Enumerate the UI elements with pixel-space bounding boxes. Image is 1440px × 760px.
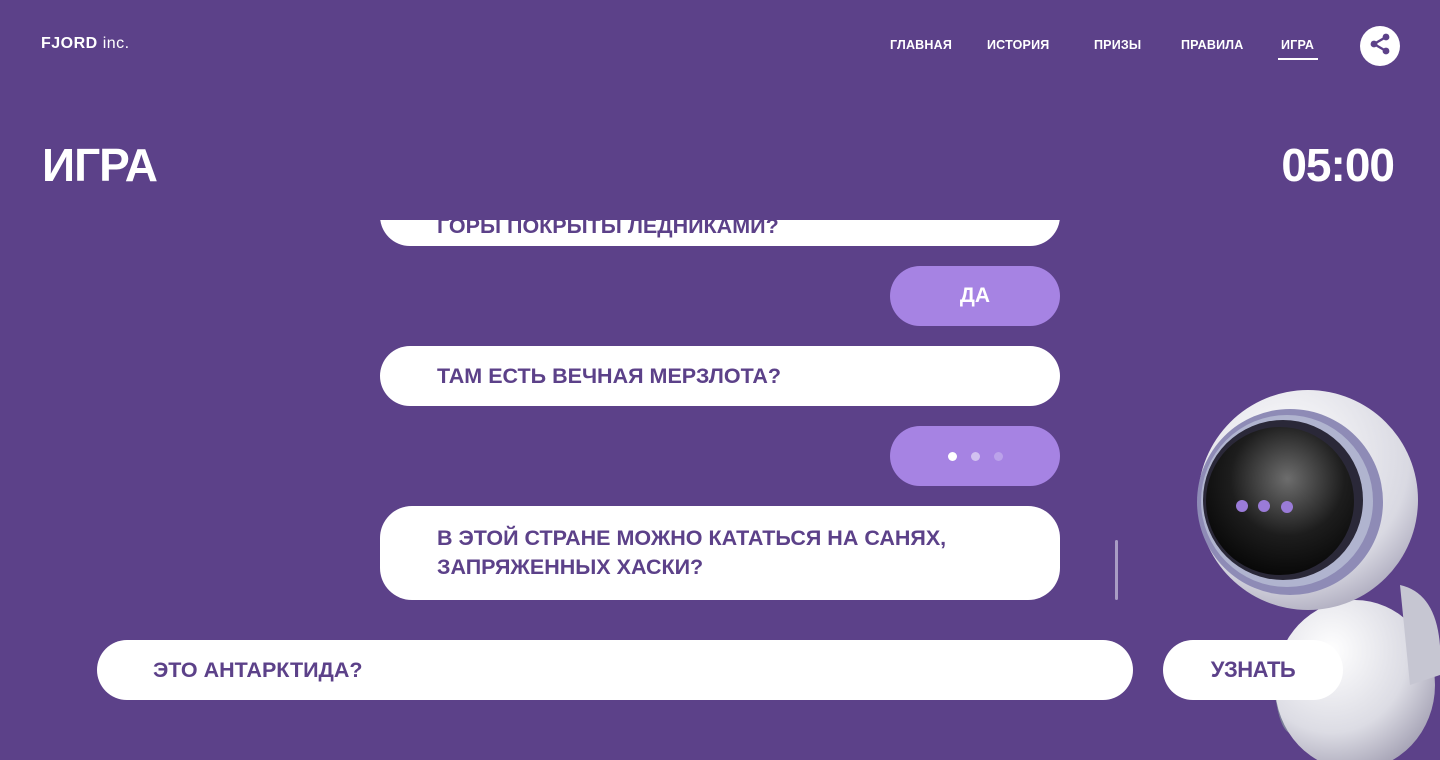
- page-title: ИГРА: [42, 139, 158, 191]
- question-bubble: ТАМ ЕСТЬ ВЕЧНАЯ МЕРЗЛОТА?: [380, 346, 1060, 406]
- answer-input[interactable]: [97, 640, 1133, 700]
- nav-item-home[interactable]: ГЛАВНАЯ: [890, 38, 952, 58]
- logo-main: FJORD: [41, 35, 98, 52]
- share-icon: [1368, 32, 1392, 61]
- question-text: В ЭТОЙ СТРАНЕ МОЖНО КАТАТЬСЯ НА САНЯХ, З…: [437, 526, 947, 579]
- game-timer: 05:00: [1281, 139, 1395, 191]
- nav-item-prizes[interactable]: ПРИЗЫ: [1094, 38, 1141, 58]
- robot-mascot: [1180, 385, 1440, 760]
- typing-dot: [970, 451, 980, 461]
- nav-item-history[interactable]: ИСТОРИЯ: [987, 38, 1049, 58]
- typing-indicator: [890, 426, 1060, 486]
- answer-text: ДА: [959, 284, 991, 307]
- logo-suffix: inc.: [102, 35, 130, 52]
- question-text: ГОРЫ ПОКРЫТЫ ЛЕДНИКАМИ?: [437, 220, 779, 238]
- chat-scrollbar[interactable]: [1115, 540, 1118, 600]
- question-bubble: ГОРЫ ПОКРЫТЫ ЛЕДНИКАМИ?: [380, 220, 1060, 246]
- chat-history[interactable]: ГОРЫ ПОКРЫТЫ ЛЕДНИКАМИ? ДА ТАМ ЕСТЬ ВЕЧН…: [380, 220, 1060, 600]
- typing-dot: [947, 451, 957, 461]
- nav-item-game[interactable]: ИГРА: [1278, 38, 1319, 60]
- question-text: ТАМ ЕСТЬ ВЕЧНАЯ МЕРЗЛОТА?: [437, 363, 782, 388]
- typing-dot: [993, 451, 1003, 461]
- logo[interactable]: FJORD inc.: [41, 35, 130, 53]
- submit-button[interactable]: УЗНАТЬ: [1163, 640, 1343, 700]
- question-bubble: В ЭТОЙ СТРАНЕ МОЖНО КАТАТЬСЯ НА САНЯХ, З…: [380, 506, 1060, 600]
- nav-item-rules[interactable]: ПРАВИЛА: [1181, 38, 1243, 58]
- answer-bubble: ДА: [890, 266, 1060, 326]
- share-button[interactable]: [1360, 26, 1400, 66]
